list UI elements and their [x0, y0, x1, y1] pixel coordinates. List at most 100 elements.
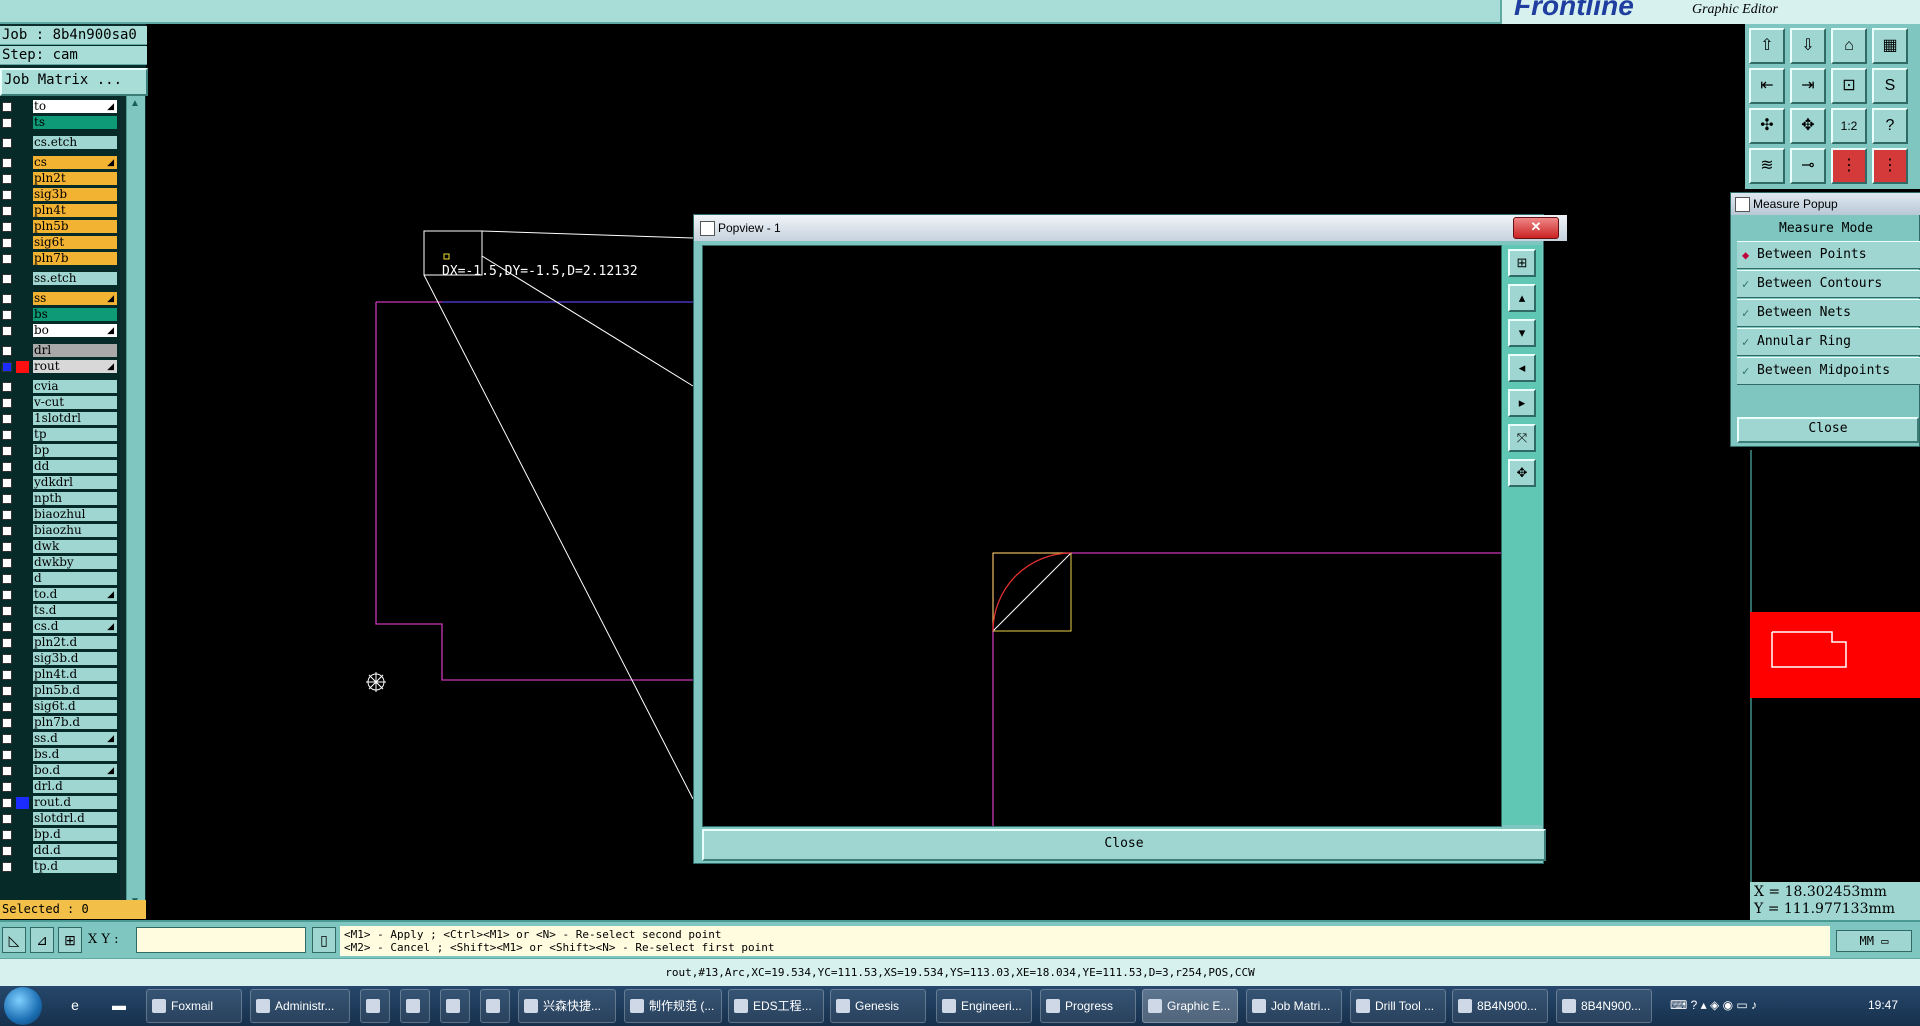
pan-right-icon[interactable]: ▸ — [1508, 389, 1536, 417]
taskbar-item[interactable]: 8B4N900... — [1452, 989, 1548, 1023]
measure-popup-titlebar[interactable]: Measure Popup — [1731, 193, 1920, 215]
pan-down-icon[interactable]: ▾ — [1508, 319, 1536, 347]
layer-row[interactable]: to ◢ — [0, 100, 118, 114]
select-mode-icon[interactable]: ◺ — [2, 927, 26, 953]
save-icon[interactable]: ⇩ — [1790, 28, 1826, 64]
window-layout-icon[interactable]: ▦ — [1872, 28, 1908, 64]
job-matrix-button[interactable]: Job Matrix ... — [0, 68, 148, 96]
mirror-icon[interactable]: ⊡ — [1831, 68, 1867, 104]
zoom-in-icon[interactable]: ✥ — [1508, 459, 1536, 487]
layer-checkbox[interactable] — [2, 670, 12, 680]
layer-name[interactable]: ss — [33, 292, 117, 305]
taskbar-item[interactable]: Progress — [1040, 989, 1136, 1023]
layer-name[interactable]: pln4t — [33, 204, 117, 217]
unit-selector[interactable]: MM ▭ — [1836, 930, 1912, 952]
layer-name[interactable]: bs — [33, 308, 117, 321]
layer-row[interactable]: rout ◢ — [0, 360, 118, 374]
layer-row[interactable]: tp.d — [0, 860, 118, 874]
layer-row[interactable]: cs.etch — [0, 136, 118, 150]
layer-checkbox[interactable] — [2, 750, 12, 760]
layer-checkbox[interactable] — [2, 654, 12, 664]
layer-name[interactable]: sig6t — [33, 236, 117, 249]
taskbar-item[interactable]: Administr... — [250, 989, 350, 1023]
layer-name[interactable]: rout.d — [33, 796, 117, 809]
layer-name[interactable]: tp — [33, 428, 117, 441]
layer-row[interactable]: ss ◢ — [0, 292, 118, 306]
layer-checkbox[interactable] — [2, 430, 12, 440]
layer-checkbox[interactable] — [2, 638, 12, 648]
layer-checkbox[interactable] — [2, 118, 12, 128]
taskbar-item[interactable]: Graphic E... — [1142, 989, 1238, 1023]
layer-name[interactable]: pln4t.d — [33, 668, 117, 681]
layer-name[interactable]: pln7b.d — [33, 716, 117, 729]
layer-checkbox[interactable] — [2, 206, 12, 216]
layer-checkbox[interactable] — [2, 526, 12, 536]
clock[interactable]: 19:47 — [1868, 998, 1898, 1012]
taskbar-item[interactable] — [360, 989, 390, 1023]
layer-name[interactable]: drl — [33, 344, 117, 357]
layer-name[interactable]: cvia — [33, 380, 117, 393]
layer-row[interactable]: pln7b — [0, 252, 118, 266]
zoom-window-icon[interactable]: ⊞ — [1508, 249, 1536, 277]
layer-checkbox[interactable] — [2, 158, 12, 168]
layer-row[interactable]: sig6t — [0, 236, 118, 250]
layer-name[interactable]: bo.d — [33, 764, 117, 777]
zoom-home-icon[interactable]: ✥ — [1790, 108, 1826, 144]
layer-checkbox[interactable] — [2, 254, 12, 264]
layer-name[interactable]: sig6t.d — [33, 700, 117, 713]
layer-row[interactable]: drl — [0, 344, 118, 358]
layer-checkbox[interactable] — [2, 238, 12, 248]
layer-checkbox[interactable] — [2, 102, 12, 112]
layer-checkbox[interactable] — [2, 446, 12, 456]
layer-name[interactable]: ydkdrl — [33, 476, 117, 489]
layer-row[interactable]: bp.d — [0, 828, 118, 842]
layer-row[interactable]: slotdrl.d — [0, 812, 118, 826]
layer-name[interactable]: bs.d — [33, 748, 117, 761]
layer-checkbox[interactable] — [2, 382, 12, 392]
measure-close-button[interactable]: Close — [1737, 417, 1919, 443]
layer-name[interactable]: dwk — [33, 540, 117, 553]
layer-name[interactable]: biaozhu — [33, 524, 117, 537]
layer-row[interactable]: ss.etch — [0, 272, 118, 286]
measure-option-between-midpoints[interactable]: ✓ Between Midpoints — [1737, 357, 1920, 385]
layer-row[interactable]: dwk — [0, 540, 118, 554]
layer-row[interactable]: tp — [0, 428, 118, 442]
layer-checkbox[interactable] — [2, 718, 12, 728]
layer-checkbox[interactable] — [2, 138, 12, 148]
layer-checkbox[interactable] — [2, 622, 12, 632]
layer-checkbox[interactable] — [2, 310, 12, 320]
layer-checkbox[interactable] — [2, 558, 12, 568]
layer-name[interactable]: v-cut — [33, 396, 117, 409]
layer-checkbox[interactable] — [2, 686, 12, 696]
layer-name[interactable]: ts — [33, 116, 117, 129]
layer-row[interactable]: pln4t.d — [0, 668, 118, 682]
measure-option-between-nets[interactable]: ✓ Between Nets — [1737, 299, 1920, 327]
taskbar-item[interactable]: Job Matri... — [1246, 989, 1342, 1023]
layer-checkbox[interactable] — [2, 734, 12, 744]
layer-name[interactable]: dd.d — [33, 844, 117, 857]
layer-checkbox[interactable] — [2, 222, 12, 232]
layer-checkbox[interactable] — [2, 294, 12, 304]
layer-checkbox[interactable] — [2, 398, 12, 408]
help-icon[interactable]: ? — [1872, 108, 1908, 144]
layer-row[interactable]: pln2t.d — [0, 636, 118, 650]
layer-checkbox[interactable] — [2, 846, 12, 856]
tray-icons[interactable]: ⌨ ? ▴ ◈ ◉ ▭ ♪ — [1670, 998, 1757, 1012]
taskbar-item[interactable]: Genesis — [830, 989, 926, 1023]
layer-name[interactable]: pln2t — [33, 172, 117, 185]
taskbar-item[interactable]: 兴森快捷... — [518, 989, 616, 1023]
open-icon[interactable]: ⇧ — [1749, 28, 1785, 64]
folder-icon[interactable]: ▬ — [108, 994, 130, 1016]
layer-row[interactable]: bp — [0, 444, 118, 458]
layer-row[interactable]: npth — [0, 492, 118, 506]
grid-icon[interactable]: ⊞ — [58, 927, 82, 953]
board-overview-thumbnail[interactable] — [1750, 612, 1920, 698]
layer-row[interactable]: ydkdrl — [0, 476, 118, 490]
scale-one-to-two-icon[interactable]: 1:2 — [1831, 108, 1867, 144]
layer-name[interactable]: to — [33, 100, 117, 113]
layer-checkbox[interactable] — [2, 862, 12, 872]
taskbar-item[interactable]: Foxmail — [146, 989, 242, 1023]
snap-icon[interactable]: S — [1872, 68, 1908, 104]
layer-checkbox[interactable] — [2, 174, 12, 184]
layer-row[interactable]: sig3b — [0, 188, 118, 202]
